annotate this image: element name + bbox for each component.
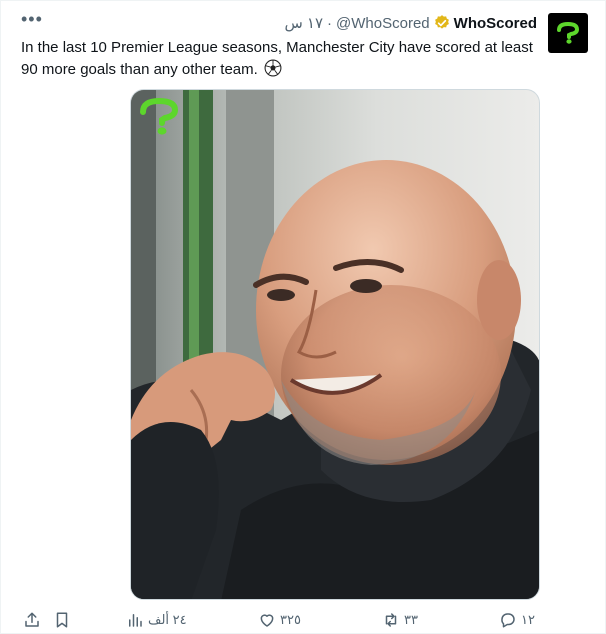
tweet-actions: ٢٤ ألف ٣٢٥ ٣٣ ١٢ (1, 611, 606, 634)
views-button[interactable]: ٢٤ ألف (126, 611, 187, 629)
tweet-text: In the last 10 Premier League seasons, M… (21, 37, 541, 84)
share-button[interactable] (23, 611, 41, 629)
tweet-photo[interactable] (130, 89, 540, 600)
reply-button[interactable]: ١٢ (499, 611, 535, 629)
share-icon (25, 612, 39, 627)
user-handle[interactable]: @WhoScored (336, 15, 430, 32)
portrait-photo (131, 90, 539, 599)
likes-count: ٣٢٥ (280, 612, 301, 627)
avatar[interactable] (548, 13, 588, 53)
bookmark-button[interactable] (53, 611, 71, 629)
like-button[interactable]: ٣٢٥ (258, 611, 301, 629)
verified-badge-icon (433, 14, 451, 32)
retweets-count: ٣٣ (404, 612, 418, 627)
retweet-icon (385, 613, 397, 627)
heart-icon (260, 614, 274, 627)
tweet-timestamp[interactable]: ١٧ س (284, 14, 323, 32)
views-count: ٢٤ ألف (148, 612, 187, 627)
tweet-header: WhoScored @WhoScored · ١٧ س (284, 13, 537, 33)
whoscored-logo-icon (557, 21, 580, 44)
soccer-ball-icon (264, 59, 282, 84)
reply-icon (501, 613, 515, 628)
views-chart-icon (129, 614, 142, 627)
tweet-card[interactable]: ••• WhoScored @WhoScored · ١٧ س In the l… (0, 0, 606, 634)
more-options-icon[interactable]: ••• (21, 10, 43, 28)
bookmark-icon (56, 612, 68, 628)
separator-dot: · (327, 14, 333, 32)
replies-count: ١٢ (521, 612, 535, 627)
display-name[interactable]: WhoScored (454, 15, 537, 32)
retweet-button[interactable]: ٣٣ (382, 611, 418, 629)
